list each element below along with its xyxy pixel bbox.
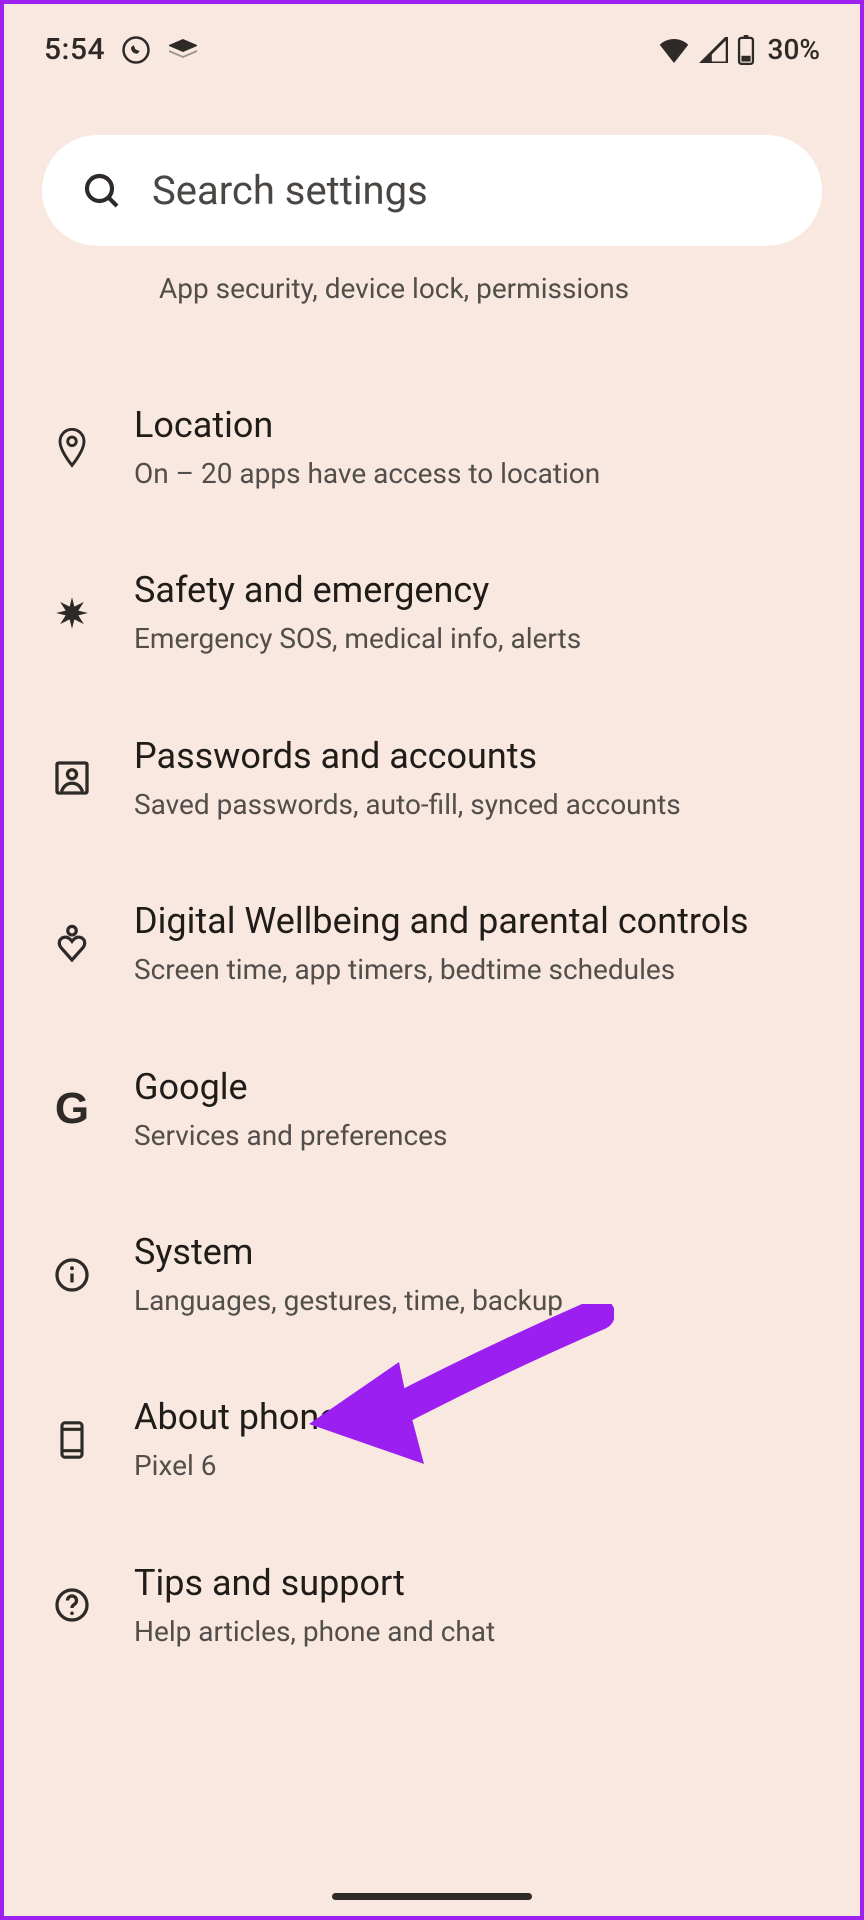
item-subtitle: Saved passwords, auto-fill, synced accou…: [134, 787, 820, 823]
wellbeing-heart-icon: [44, 916, 100, 972]
item-subtitle: Help articles, phone and chat: [134, 1614, 820, 1650]
info-circle-icon: [44, 1247, 100, 1303]
settings-list: Location On – 20 apps have access to loc…: [4, 365, 860, 1688]
battery-percent: 30%: [768, 33, 820, 66]
location-pin-icon: [44, 420, 100, 476]
settings-item-system[interactable]: System Languages, gestures, time, backup: [44, 1192, 820, 1357]
item-title: Safety and emergency: [134, 568, 820, 613]
search-icon: [82, 171, 122, 211]
cellular-signal-icon: [698, 37, 728, 63]
help-circle-icon: [44, 1577, 100, 1633]
settings-item-location[interactable]: Location On – 20 apps have access to loc…: [44, 365, 820, 530]
item-title: About phone: [134, 1395, 820, 1440]
item-title: Passwords and accounts: [134, 734, 820, 779]
item-subtitle: Languages, gestures, time, backup: [134, 1283, 820, 1319]
box-icon: [167, 37, 199, 63]
search-settings-bar[interactable]: Search settings: [42, 135, 822, 246]
settings-item-passwords[interactable]: Passwords and accounts Saved passwords, …: [44, 696, 820, 861]
whatsapp-icon: [121, 35, 151, 65]
settings-item-about-phone[interactable]: About phone Pixel 6: [44, 1357, 820, 1522]
item-subtitle: On – 20 apps have access to location: [134, 456, 820, 492]
gesture-nav-handle[interactable]: [332, 1893, 532, 1900]
item-subtitle: Services and preferences: [134, 1118, 820, 1154]
partial-item-subtitle[interactable]: App security, device lock, permissions: [159, 272, 860, 305]
battery-icon: [736, 35, 756, 65]
asterisk-icon: [44, 585, 100, 641]
settings-item-google[interactable]: G Google Services and preferences: [44, 1027, 820, 1192]
item-title: Google: [134, 1065, 820, 1110]
wifi-icon: [658, 37, 690, 63]
status-left: 5:54: [44, 32, 199, 67]
item-subtitle: Pixel 6: [134, 1448, 820, 1484]
item-title: Digital Wellbeing and parental controls: [134, 899, 820, 944]
settings-item-safety[interactable]: Safety and emergency Emergency SOS, medi…: [44, 530, 820, 695]
settings-item-wellbeing[interactable]: Digital Wellbeing and parental controls …: [44, 861, 820, 1026]
item-title: Tips and support: [134, 1561, 820, 1606]
status-bar: 5:54: [4, 4, 860, 85]
google-g-icon: G: [44, 1081, 100, 1137]
status-right: 30%: [658, 33, 820, 66]
phone-device-icon: [44, 1412, 100, 1468]
item-title: System: [134, 1230, 820, 1275]
item-title: Location: [134, 403, 820, 448]
status-time: 5:54: [44, 32, 105, 67]
account-box-icon: [44, 750, 100, 806]
item-subtitle: Emergency SOS, medical info, alerts: [134, 621, 820, 657]
item-subtitle: Screen time, app timers, bedtime schedul…: [134, 952, 820, 988]
settings-item-tips[interactable]: Tips and support Help articles, phone an…: [44, 1523, 820, 1688]
search-placeholder: Search settings: [152, 167, 428, 214]
